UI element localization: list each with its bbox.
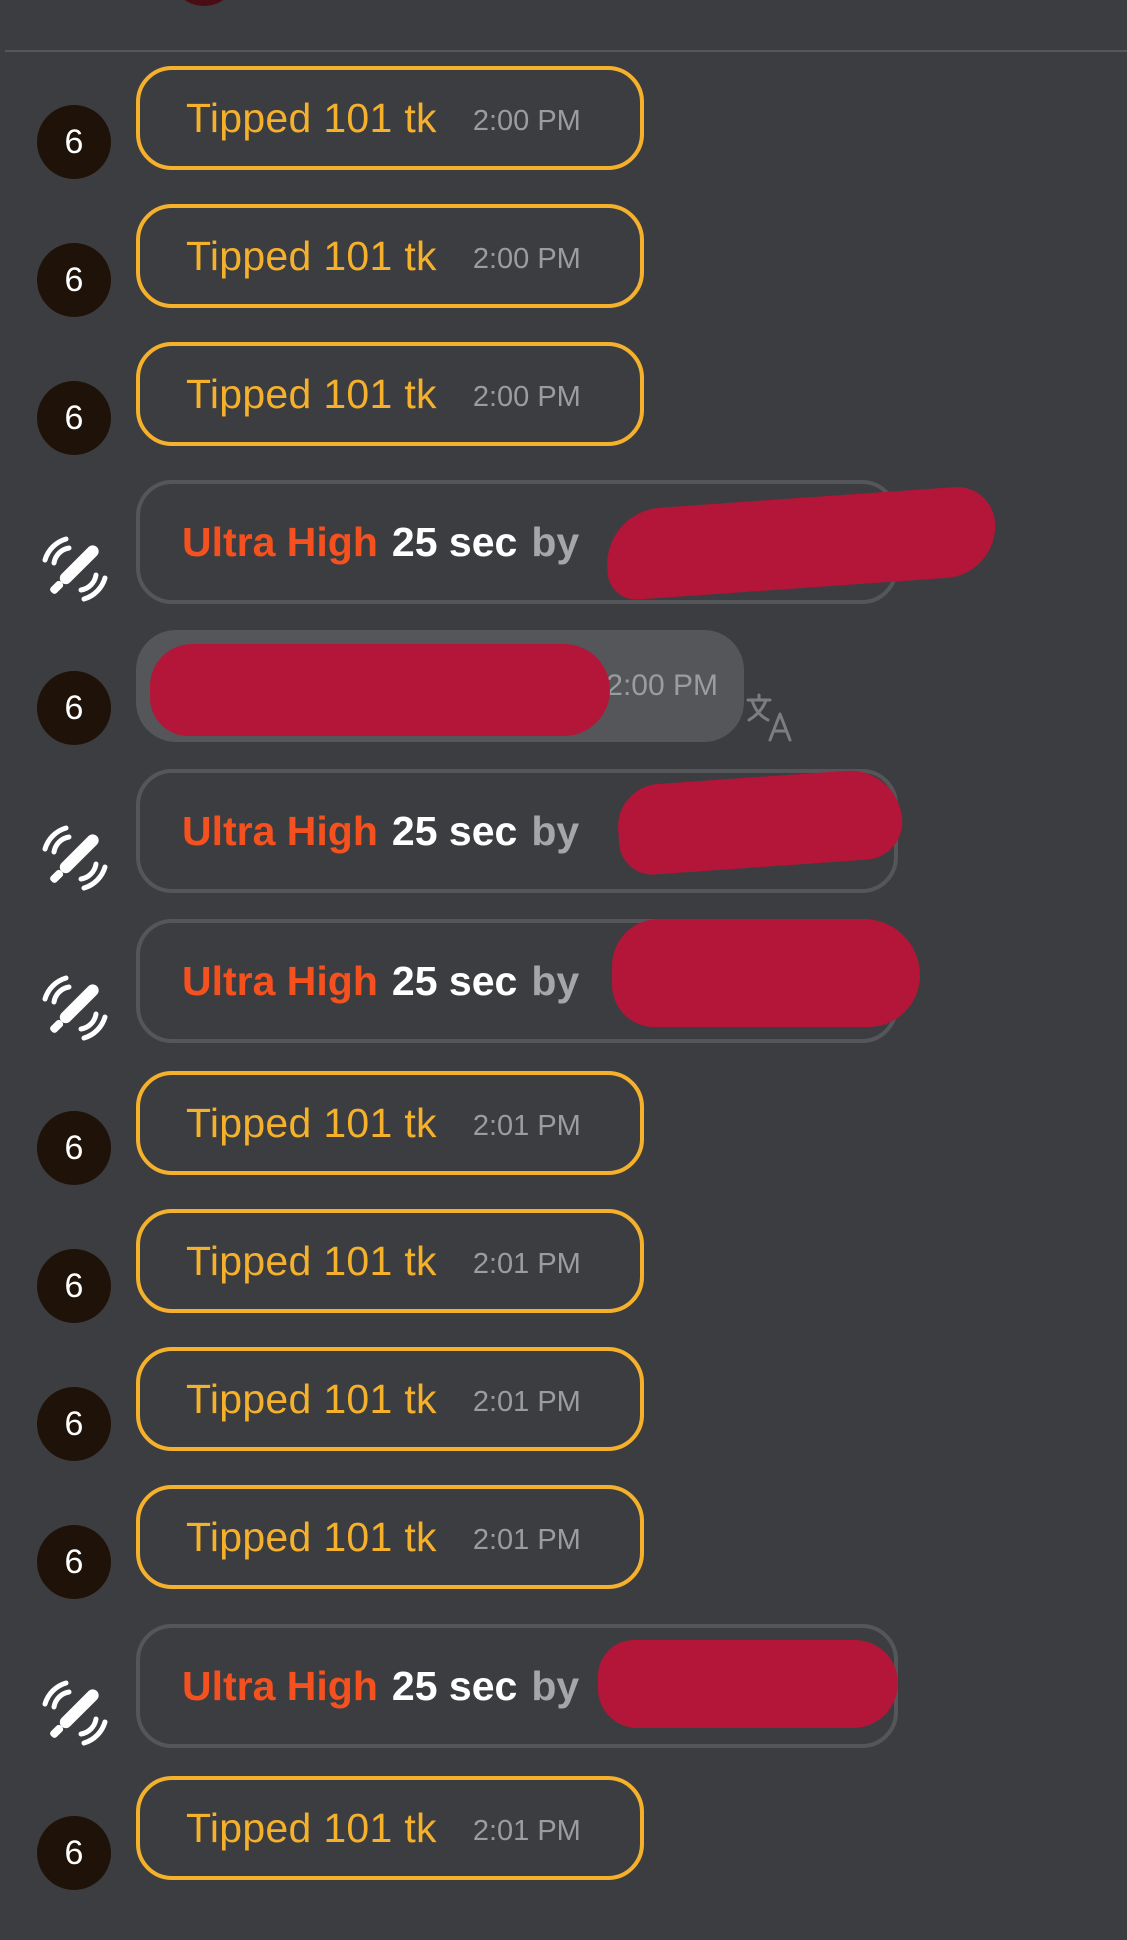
- avatar[interactable]: 6: [37, 105, 111, 179]
- timestamp: 2:00 PM: [472, 380, 581, 413]
- tip-bubble: Tipped 101 tk 2:01 PM: [136, 1209, 644, 1313]
- avatar[interactable]: 6: [37, 1111, 111, 1185]
- list-item: 6 Tipped 101 tk 2:01 PM: [0, 1209, 1127, 1323]
- tip-text: Tipped 101 tk: [186, 1804, 437, 1851]
- list-item: Ultra High 25 sec by: [0, 1624, 1127, 1754]
- timestamp: 2:01 PM: [472, 1247, 581, 1280]
- redaction-mark: [150, 644, 610, 736]
- ultra-duration: 25 sec: [391, 957, 518, 1004]
- ultra-level: Ultra High: [182, 807, 378, 854]
- tip-text: Tipped 101 tk: [186, 94, 437, 141]
- avatar[interactable]: 6: [37, 381, 111, 455]
- tip-bubble: Tipped 101 tk 2:00 PM: [136, 204, 644, 308]
- ultra-by: by: [531, 1662, 580, 1709]
- ultra-by: by: [531, 807, 580, 854]
- list-item: 6 Tipped 101 tk 2:00 PM: [0, 66, 1127, 179]
- vibrator-icon: [42, 1680, 108, 1746]
- list-item: 6 Tipped 101 tk 2:01 PM: [0, 1347, 1127, 1461]
- vibrator-icon: [42, 975, 108, 1041]
- timestamp: 2:00 PM: [606, 669, 718, 702]
- ultra-duration: 25 sec: [391, 1662, 518, 1709]
- list-item: 6 Tipped 101 tk 2:00 PM: [0, 204, 1127, 317]
- timestamp: 2:01 PM: [472, 1385, 581, 1418]
- avatar[interactable]: 6: [37, 1816, 111, 1890]
- list-item: 6 Tipped 101 tk 2:01 PM: [0, 1776, 1127, 1890]
- timestamp: 2:01 PM: [472, 1109, 581, 1142]
- tip-bubble: Tipped 101 tk 2:01 PM: [136, 1347, 644, 1451]
- ultra-duration: 25 sec: [391, 807, 518, 854]
- translate-icon[interactable]: [744, 692, 796, 744]
- tip-bubble: Tipped 101 tk 2:01 PM: [136, 1071, 644, 1175]
- ultra-by: by: [531, 957, 580, 1004]
- tip-bubble: Tipped 101 tk 2:00 PM: [136, 342, 644, 446]
- divider: [5, 50, 1127, 52]
- ultra-by: by: [531, 518, 580, 565]
- avatar-partial: [168, 0, 240, 6]
- timestamp: 2:01 PM: [472, 1814, 581, 1847]
- avatar[interactable]: 6: [37, 1249, 111, 1323]
- avatar[interactable]: 6: [37, 1525, 111, 1599]
- tip-bubble: Tipped 101 tk 2:01 PM: [136, 1485, 644, 1589]
- timestamp: 2:01 PM: [472, 1523, 581, 1556]
- list-item: Ultra High 25 sec by: [0, 480, 1127, 610]
- list-item: 6 Tipped 101 tk 2:00 PM: [0, 342, 1127, 455]
- tip-bubble: Tipped 101 tk 2:00 PM: [136, 66, 644, 170]
- list-item: 6 Tipped 101 tk 2:01 PM: [0, 1071, 1127, 1185]
- list-item: Ultra High 25 sec by: [0, 919, 1127, 1049]
- redaction-mark: [612, 919, 920, 1027]
- tip-text: Tipped 101 tk: [186, 1237, 437, 1284]
- tip-text: Tipped 101 tk: [186, 1513, 437, 1560]
- tip-bubble: Tipped 101 tk 2:01 PM: [136, 1776, 644, 1880]
- list-item: 6 Tipped 101 tk 2:01 PM: [0, 1485, 1127, 1599]
- tip-text: Tipped 101 tk: [186, 370, 437, 417]
- timestamp: 2:00 PM: [472, 104, 581, 137]
- timestamp: 2:00 PM: [472, 242, 581, 275]
- ultra-level: Ultra High: [182, 1662, 378, 1709]
- avatar[interactable]: 6: [37, 671, 111, 745]
- tip-text: Tipped 101 tk: [186, 1375, 437, 1422]
- tip-text: Tipped 101 tk: [186, 1099, 437, 1146]
- ultra-level: Ultra High: [182, 957, 378, 1004]
- ultra-duration: 25 sec: [391, 518, 518, 565]
- avatar[interactable]: 6: [37, 1387, 111, 1461]
- avatar[interactable]: 6: [37, 243, 111, 317]
- vibrator-icon: [42, 825, 108, 891]
- list-item: 6 2:00 PM: [0, 630, 1127, 750]
- redaction-mark: [598, 1640, 898, 1728]
- tip-text: Tipped 101 tk: [186, 232, 437, 279]
- list-item: Ultra High 25 sec by: [0, 767, 1127, 899]
- vibrator-icon: [42, 536, 108, 602]
- ultra-level: Ultra High: [182, 518, 378, 565]
